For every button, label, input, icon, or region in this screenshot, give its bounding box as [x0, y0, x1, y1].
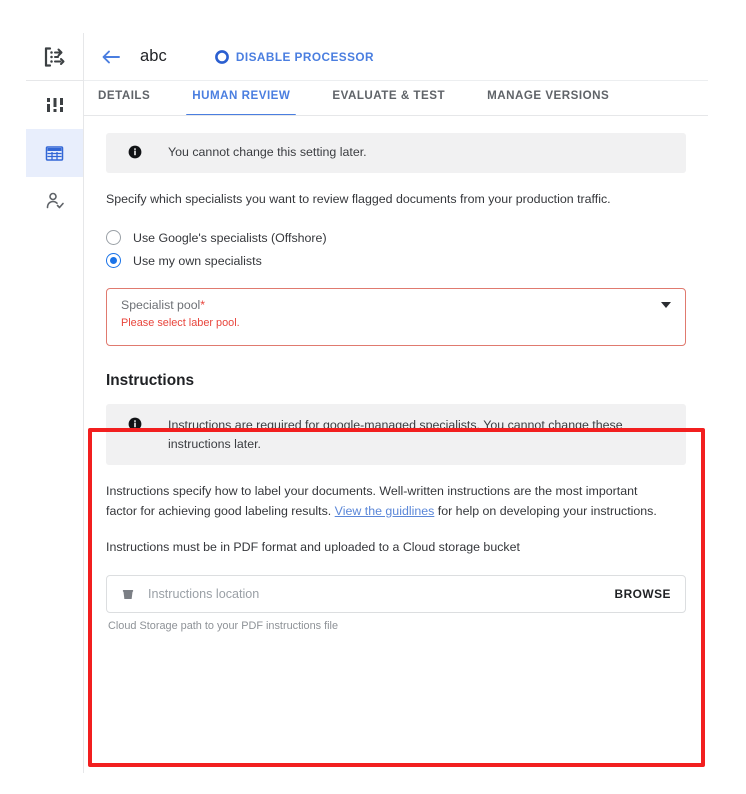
tab-manage-versions[interactable]: MANAGE VERSIONS	[487, 81, 609, 115]
tab-details[interactable]: DETAILS	[98, 81, 150, 115]
instructions-info-banner: Instructions are required for google-man…	[106, 404, 686, 466]
table-grid-icon	[45, 145, 64, 161]
page-header: abc DISABLE PROCESSOR	[84, 33, 708, 81]
sidebar-item-overview[interactable]	[26, 33, 83, 81]
person-check-icon	[46, 192, 64, 209]
radio-option-google-specialists[interactable]: Use Google's specialists (Offshore)	[106, 226, 686, 249]
left-navigation-rail	[26, 33, 84, 773]
instructions-info-text: Instructions are required for google-man…	[168, 418, 623, 451]
view-guidelines-link[interactable]: View the guidlines	[335, 504, 435, 518]
arrow-left-icon	[102, 50, 120, 63]
instructions-location-input[interactable]	[146, 586, 605, 603]
tab-bar: DETAILS HUMAN REVIEW EVALUATE & TEST MAN…	[84, 81, 708, 116]
sidebar-item-dashboard[interactable]	[26, 81, 83, 129]
instructions-heading: Instructions	[106, 372, 195, 390]
tab-human-review[interactable]: HUMAN REVIEW	[186, 81, 297, 115]
content-scroll-area[interactable]: You cannot change this setting later. Sp…	[84, 116, 708, 773]
radio-indicator-own-specialists	[106, 253, 121, 269]
setting-warning-text: You cannot change this setting later.	[168, 145, 367, 159]
sidebar-item-human-review[interactable]	[26, 177, 83, 225]
browse-button[interactable]: BROWSE	[604, 587, 671, 601]
setting-warning-banner: You cannot change this setting later.	[106, 133, 686, 173]
instructions-description-part2: for help on developing your instructions…	[434, 503, 657, 518]
specialist-pool-label-text: Specialist pool	[121, 298, 201, 313]
screenshot-root: abc DISABLE PROCESSOR DETAILS HUMAN REVI…	[0, 0, 746, 794]
content-inner: You cannot change this setting later. Sp…	[84, 116, 708, 632]
page-title: abc	[140, 47, 167, 65]
radio-indicator-google-specialists	[106, 230, 121, 246]
radio-label-own-specialists: Use my own specialists	[133, 253, 262, 268]
app-window: abc DISABLE PROCESSOR DETAILS HUMAN REVI…	[26, 33, 708, 773]
instructions-location-help: Cloud Storage path to your PDF instructi…	[108, 620, 339, 633]
dashboard-bars-icon	[46, 98, 63, 112]
back-button[interactable]	[98, 44, 124, 70]
info-icon	[128, 417, 142, 431]
specialist-pool-label: Specialist pool*	[121, 298, 671, 312]
sidebar-item-processors[interactable]	[26, 129, 83, 177]
radio-option-own-specialists[interactable]: Use my own specialists	[106, 249, 686, 272]
info-icon	[128, 145, 142, 159]
storage-bucket-icon	[122, 589, 134, 599]
specialists-intro-paragraph: Specify which specialists you want to re…	[106, 191, 611, 206]
instructions-description-paragraph: Instructions specify how to label your d…	[106, 482, 662, 520]
instructions-location-field[interactable]: BROWSE	[106, 575, 686, 614]
disable-processor-button[interactable]: DISABLE PROCESSOR	[211, 46, 378, 68]
specialist-pool-error: Please select laber pool.	[121, 317, 240, 330]
chevron-down-icon[interactable]	[661, 302, 671, 309]
specialist-pool-select[interactable]: Specialist pool* Please select laber poo…	[106, 288, 686, 347]
disable-processor-label: DISABLE PROCESSOR	[235, 49, 374, 64]
main-column: abc DISABLE PROCESSOR DETAILS HUMAN REVI…	[84, 33, 708, 773]
tab-evaluate-and-test[interactable]: EVALUATE & TEST	[332, 81, 445, 115]
required-asterisk: *	[200, 298, 206, 313]
radio-label-google-specialists: Use Google's specialists (Offshore)	[133, 230, 327, 245]
processor-list-icon	[44, 46, 64, 67]
instructions-format-note: Instructions must be in PDF format and u…	[106, 539, 520, 554]
stop-circle-icon	[215, 49, 229, 64]
specialist-choice-radio-group: Use Google's specialists (Offshore) Use …	[106, 226, 686, 272]
